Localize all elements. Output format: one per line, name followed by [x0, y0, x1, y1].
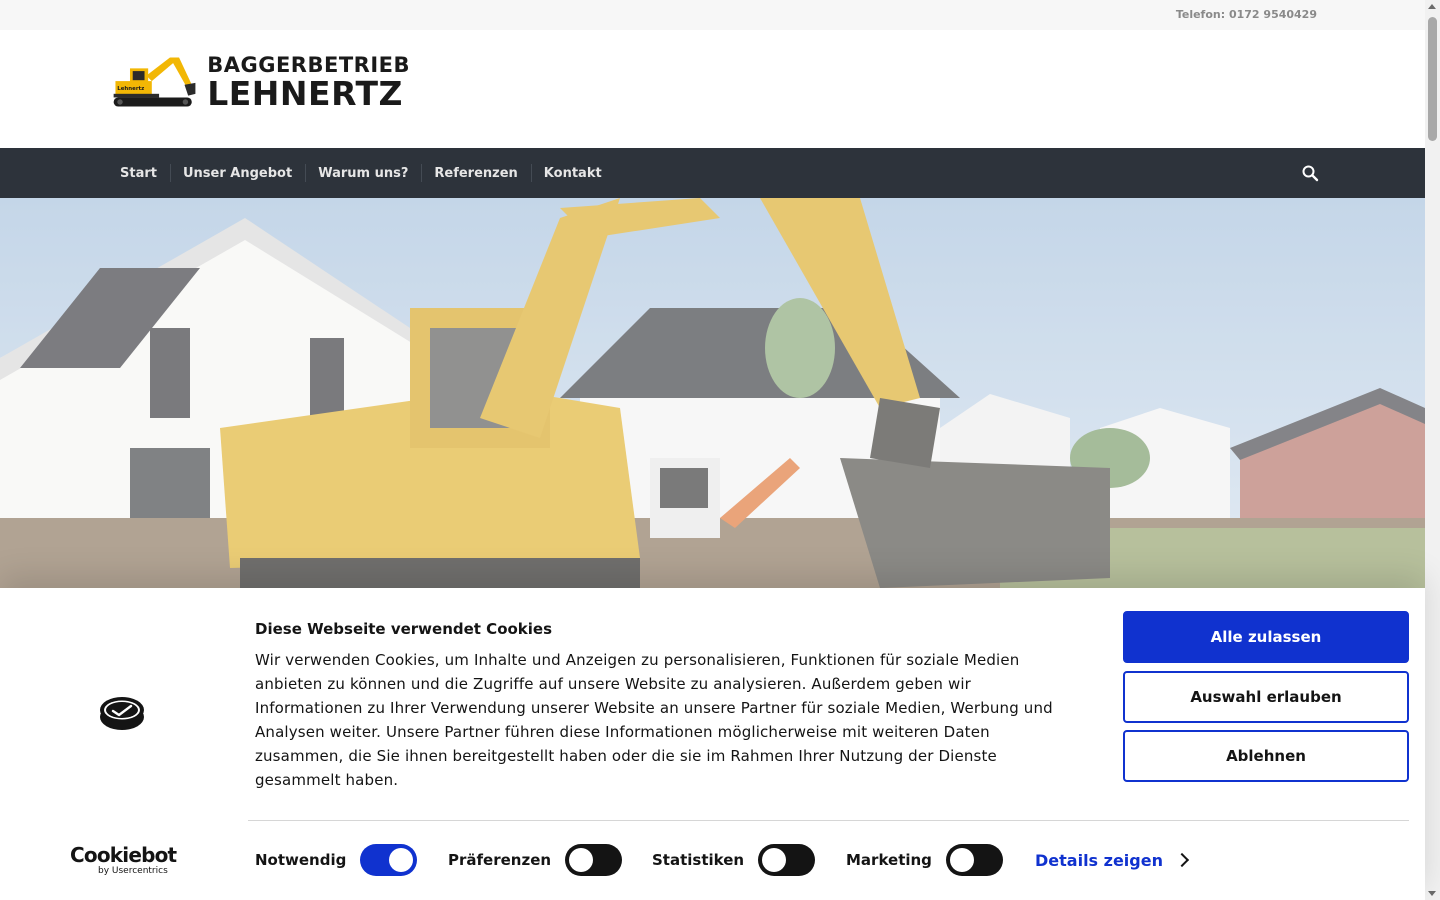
allow-selection-button[interactable]: Auswahl erlauben [1123, 671, 1409, 723]
toggle-marketing[interactable] [945, 844, 1003, 876]
cookiebot-mark-icon [100, 697, 144, 730]
scroll-up-icon[interactable] [1428, 4, 1436, 9]
details-label: Details zeigen [1035, 850, 1163, 870]
deny-button[interactable]: Ablehnen [1123, 730, 1409, 782]
scroll-down-icon[interactable] [1428, 891, 1436, 896]
nav-item-referenzen[interactable]: Referenzen [421, 163, 530, 182]
hero-image [0, 198, 1425, 598]
nav-item-warum-uns[interactable]: Warum uns? [305, 163, 421, 182]
toggle-statistics[interactable] [758, 844, 816, 876]
scrollbar-thumb[interactable] [1428, 17, 1437, 141]
site-header: Lehnertz BAGGERBETRIEB LEHNERTZ [0, 30, 1425, 148]
allow-all-button[interactable]: Alle zulassen [1123, 611, 1409, 663]
cookie-consent-banner: Diese Webseite verwendet Cookies Wir ver… [0, 588, 1425, 900]
logo-line-2: LEHNERTZ [207, 73, 403, 113]
toggle-label-marketing: Marketing [846, 851, 932, 869]
toggle-preferences[interactable] [565, 844, 623, 876]
cookiebot-byline: by Usercentrics [98, 866, 168, 876]
main-navigation: Start Unser Angebot Warum uns? Referenze… [0, 148, 1425, 198]
cookiebot-logo[interactable]: Cookiebot by Usercentrics [70, 843, 177, 878]
logo-machine-label: Lehnertz [117, 86, 144, 92]
cookie-divider [248, 820, 1409, 821]
excavator-logo-icon: Lehnertz [113, 57, 196, 107]
toggle-necessary[interactable] [360, 844, 418, 876]
logo-line-1: BAGGERBETRIEB [207, 52, 410, 77]
top-bar: Telefon: 0172 9540429 [0, 0, 1425, 30]
page-scrollbar[interactable] [1425, 0, 1440, 900]
nav-item-start[interactable]: Start [107, 166, 170, 181]
toggle-label-preferences: Präferenzen [448, 851, 552, 869]
nav-item-unser-angebot[interactable]: Unser Angebot [169, 163, 305, 182]
consent-necessary: Notwendig [255, 844, 418, 876]
toggle-label-necessary: Notwendig [255, 851, 347, 869]
details-link[interactable]: Details zeigen [1035, 844, 1190, 876]
cookie-title: Diese Webseite verwendet Cookies [255, 620, 553, 638]
consent-toggles: Notwendig Präferenzen Statistiken Market… [255, 844, 1215, 876]
nav-item-kontakt[interactable]: Kontakt [530, 163, 615, 182]
site-logo[interactable]: Lehnertz BAGGERBETRIEB LEHNERTZ [110, 50, 410, 114]
cookiebot-name: Cookiebot [70, 843, 177, 867]
phone-number[interactable]: Telefon: 0172 9540429 [1176, 8, 1317, 21]
consent-statistics: Statistiken [652, 844, 816, 876]
toggle-label-statistics: Statistiken [652, 851, 745, 869]
chevron-right-icon [1174, 852, 1190, 868]
consent-preferences: Präferenzen [448, 844, 623, 876]
consent-marketing: Marketing [846, 844, 1003, 876]
cookie-description: Wir verwenden Cookies, um Inhalte und An… [255, 651, 1053, 789]
search-icon[interactable] [1301, 164, 1319, 182]
